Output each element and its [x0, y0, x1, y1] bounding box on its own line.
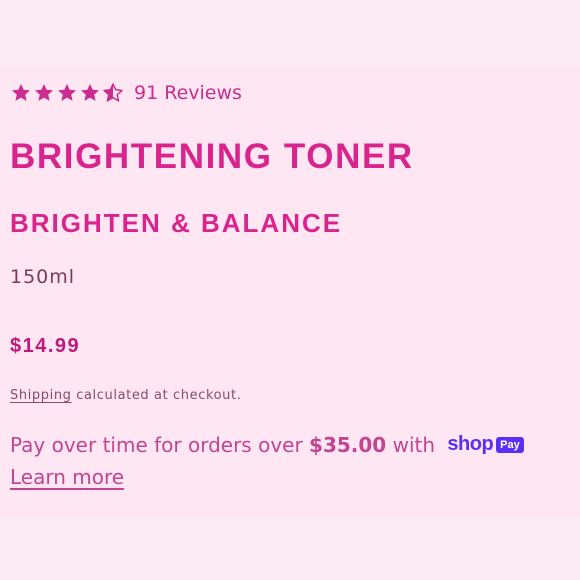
- star-filled-icon: [35, 84, 53, 101]
- star-filled-icon: [58, 84, 76, 101]
- star-half-icon: [103, 83, 123, 102]
- rating-row[interactable]: 91 Reviews: [10, 80, 242, 106]
- installments-prefix: Pay over time for orders over: [10, 433, 310, 457]
- pay-badge: Pay: [496, 436, 524, 453]
- star-rating: [10, 82, 124, 104]
- top-band: [0, 0, 580, 66]
- product-subtitle: BRIGHTEN & BALANCE: [10, 208, 343, 238]
- shipping-note-text: calculated at checkout.: [71, 388, 242, 403]
- star-filled-icon: [81, 84, 99, 101]
- installments-message: Pay over time for orders over $35.00 wit…: [10, 430, 570, 493]
- shipping-note: Shipping calculated at checkout.: [10, 388, 241, 403]
- shipping-link[interactable]: Shipping: [10, 388, 72, 403]
- installments-suffix: with: [386, 433, 436, 457]
- shop-wordmark: shop: [447, 433, 494, 455]
- reviews-count-link[interactable]: 91 Reviews: [134, 82, 242, 104]
- bottom-band: [0, 516, 580, 580]
- installments-threshold: $35.00: [309, 433, 387, 457]
- product-price: $14.99: [10, 335, 81, 357]
- product-title: BRIGHTENING TONER: [10, 137, 414, 176]
- product-size: 150ml: [10, 266, 76, 288]
- star-filled-icon: [12, 84, 30, 101]
- shop-pay-logo: shop Pay: [447, 429, 524, 460]
- learn-more-link[interactable]: Learn more: [10, 465, 124, 489]
